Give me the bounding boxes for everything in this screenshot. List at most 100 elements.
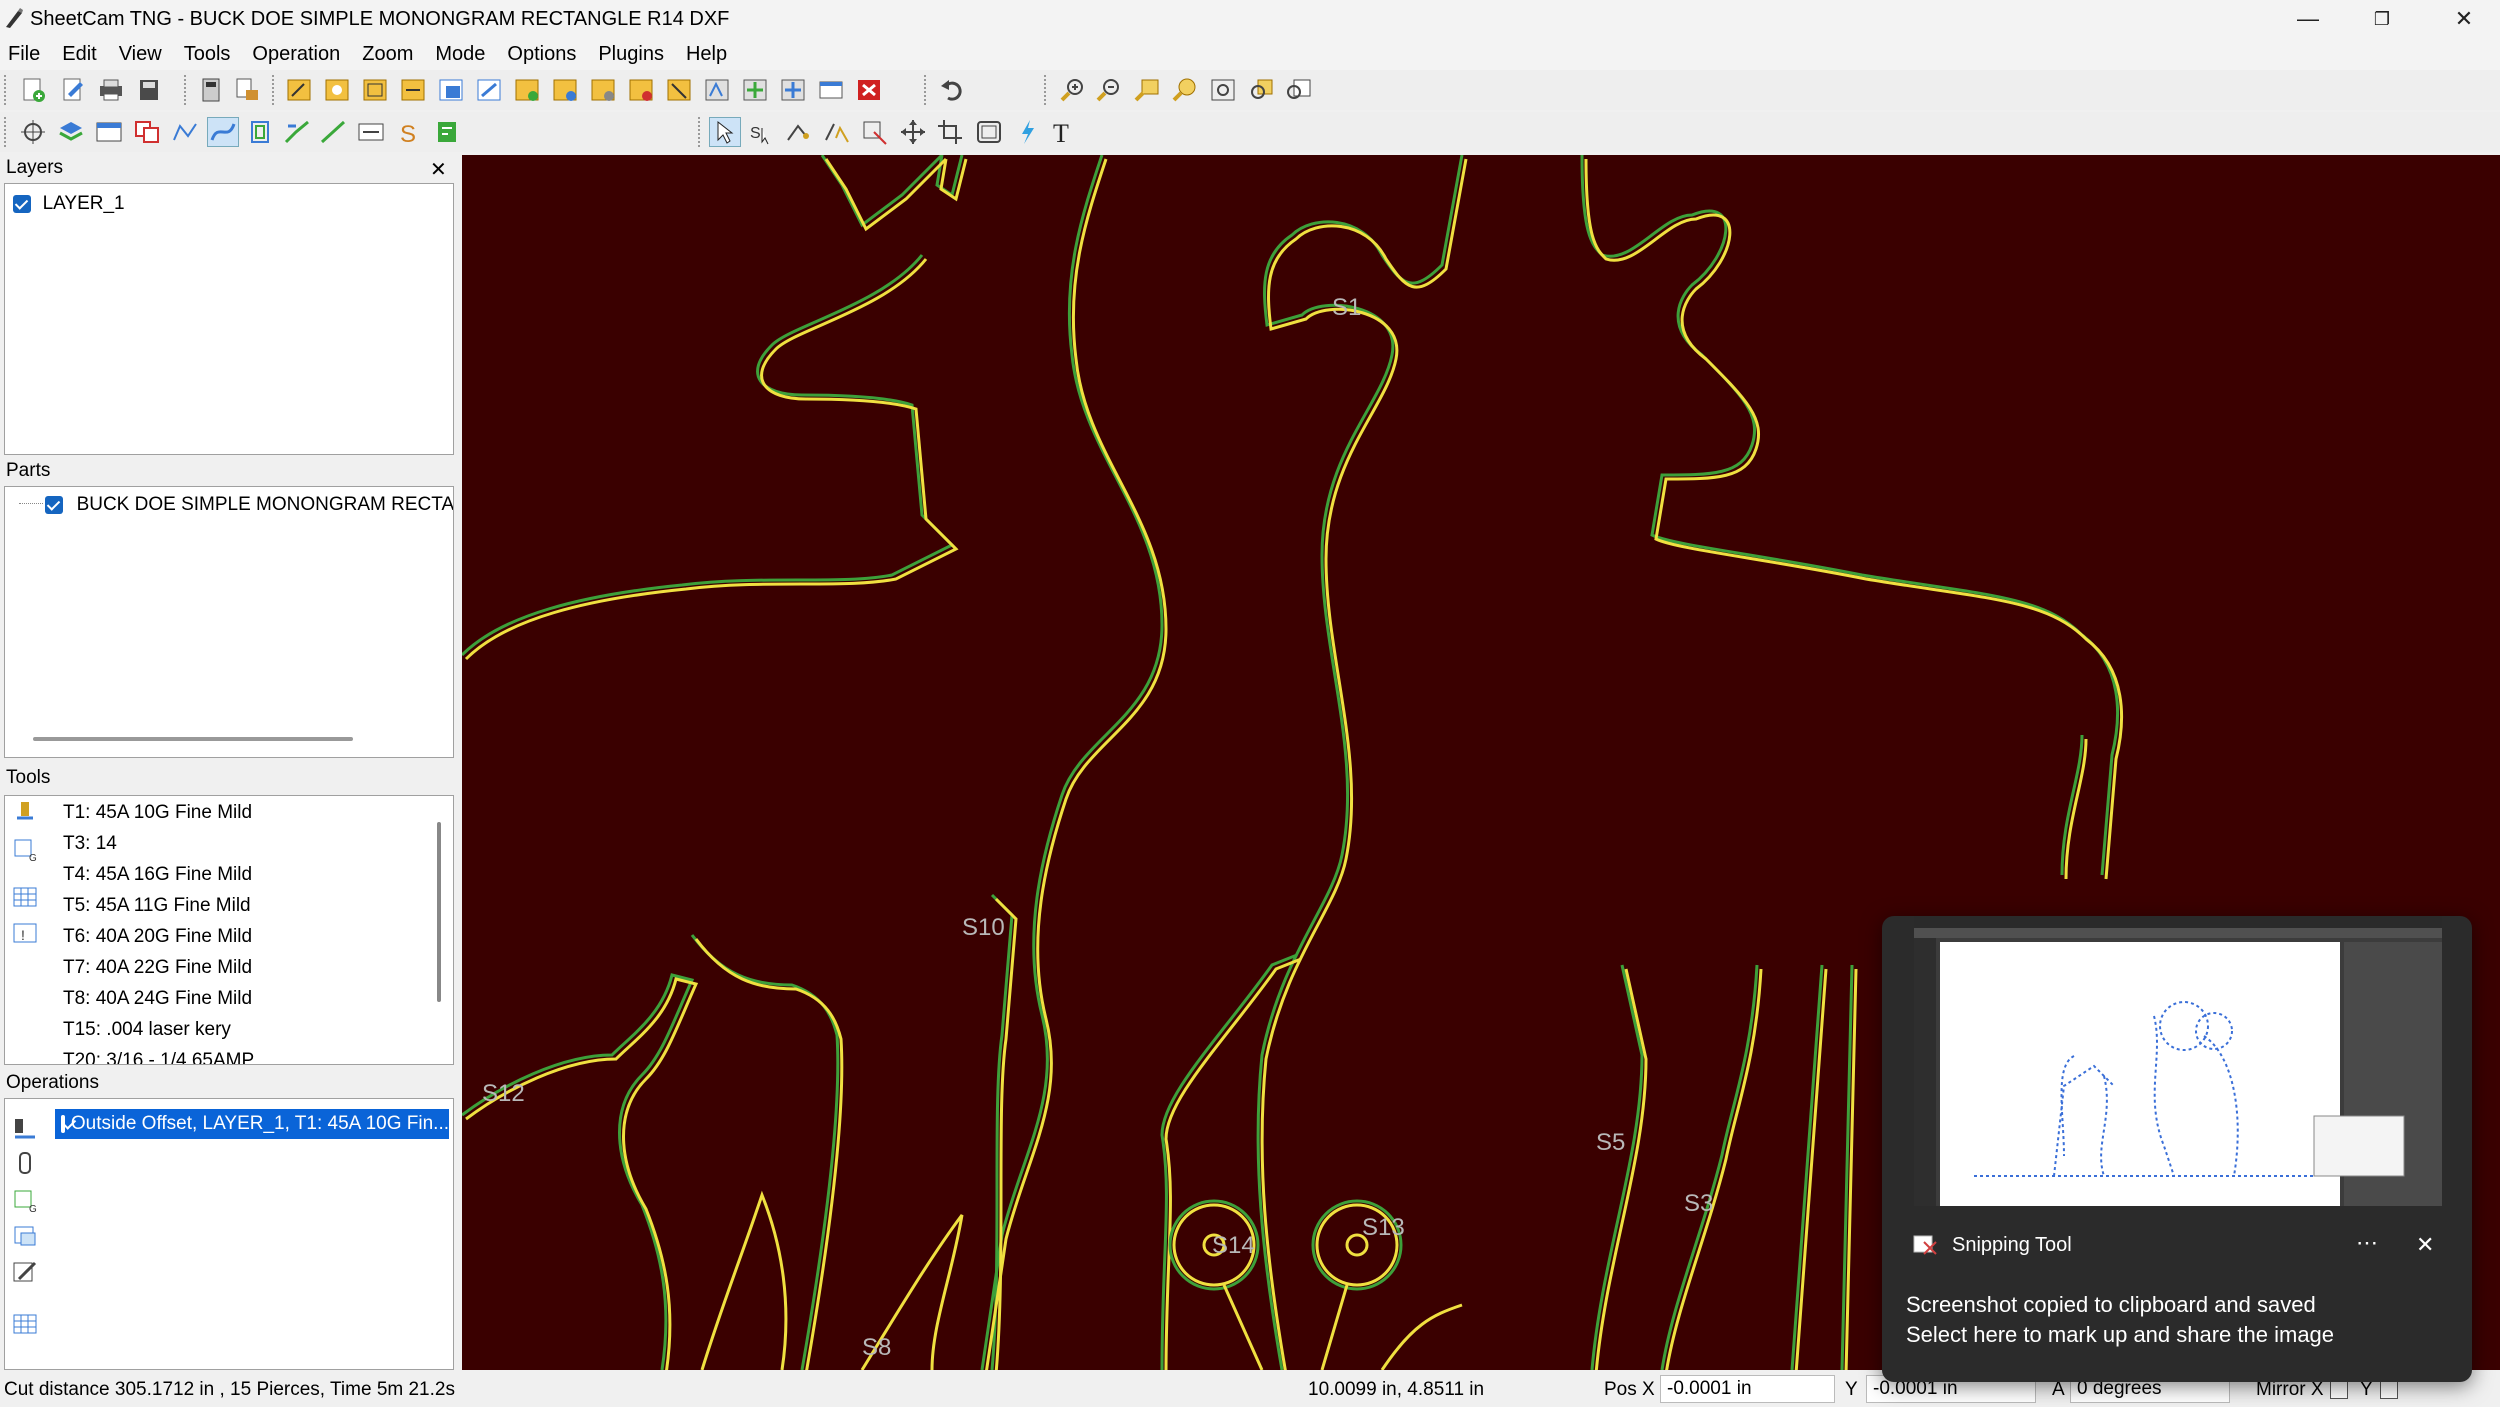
new-job-icon[interactable] — [18, 76, 48, 104]
minimize-button[interactable]: — — [2272, 0, 2344, 38]
zoom-fit-icon[interactable] — [1208, 76, 1238, 104]
start-label[interactable]: S5 — [1596, 1129, 1625, 1156]
operation-7-icon[interactable] — [512, 76, 542, 104]
measure-icon[interactable] — [356, 118, 386, 146]
delete-operation-icon[interactable] — [854, 76, 884, 104]
zoom-selection-icon[interactable] — [1246, 76, 1276, 104]
move-icon[interactable] — [898, 118, 928, 146]
operation-9-icon[interactable] — [588, 76, 618, 104]
zoom-in-icon[interactable] — [1058, 76, 1088, 104]
mirror-y-checkbox[interactable] — [2380, 1381, 2398, 1399]
crop-icon[interactable] — [936, 118, 966, 146]
tool-row[interactable]: T6: 40A 20G Fine Mild — [63, 926, 252, 948]
menu-operation[interactable]: Operation — [252, 43, 340, 66]
plasma-icon[interactable] — [1012, 118, 1042, 146]
start-point-icon[interactable]: S — [394, 118, 424, 146]
parts-icon[interactable] — [132, 118, 162, 146]
panel-icon[interactable] — [94, 118, 124, 146]
operation-13-icon[interactable] — [740, 76, 770, 104]
operation-4-icon[interactable] — [398, 76, 428, 104]
zoom-table-icon[interactable] — [1284, 76, 1314, 104]
operation-3-icon[interactable] — [360, 76, 390, 104]
operation-2-icon[interactable] — [322, 76, 352, 104]
screenshot-thumbnail[interactable] — [1914, 916, 2442, 1206]
operation-15-icon[interactable] — [816, 76, 846, 104]
menu-tools[interactable]: Tools — [184, 43, 231, 66]
new-tool-icon[interactable]: G — [11, 836, 39, 862]
zoom-parts-icon[interactable] — [1170, 76, 1200, 104]
tool-table-icon[interactable] — [11, 884, 39, 910]
tool-info-icon[interactable]: ! — [11, 920, 39, 946]
line-icon[interactable] — [318, 118, 348, 146]
menu-file[interactable]: File — [8, 43, 40, 66]
undo-icon[interactable] — [938, 76, 968, 104]
menu-plugins[interactable]: Plugins — [598, 43, 664, 66]
operation-5-icon[interactable] — [436, 76, 466, 104]
operation-10-icon[interactable] — [626, 76, 656, 104]
layer-item[interactable]: LAYER_1 — [13, 192, 125, 215]
frame-icon[interactable] — [974, 118, 1004, 146]
tools-scrollbar[interactable] — [437, 822, 441, 1002]
tool-row[interactable]: T15: .004 laser kery — [63, 1019, 231, 1041]
path-icon[interactable] — [170, 118, 200, 146]
tool-row[interactable]: T8: 40A 24G Fine Mild — [63, 988, 252, 1010]
toolbar-grip[interactable] — [924, 75, 930, 105]
tool-row[interactable]: T4: 45A 16G Fine Mild — [63, 864, 252, 886]
operation-item[interactable]: Outside Offset, LAYER_1, T1: 45A 10G Fin… — [55, 1109, 449, 1139]
select-start-icon[interactable]: S — [746, 118, 776, 146]
toast-more-icon[interactable]: ⋯ — [2356, 1230, 2378, 1256]
maximize-button[interactable]: ❐ — [2346, 0, 2418, 38]
mirror-x-checkbox[interactable] — [2330, 1381, 2348, 1399]
layers-close-icon[interactable]: ✕ — [430, 157, 447, 182]
menu-options[interactable]: Options — [507, 43, 576, 66]
snipping-tool-notification[interactable]: Snipping Tool ⋯ ✕ Screenshot copied to c… — [1882, 916, 2472, 1382]
zoom-out-icon[interactable] — [1094, 76, 1124, 104]
start-label[interactable]: S8 — [862, 1334, 891, 1361]
operation-12-icon[interactable] — [702, 76, 732, 104]
save-icon[interactable] — [134, 76, 164, 104]
tab-tool-icon[interactable] — [784, 118, 814, 146]
post-process-icon[interactable] — [232, 76, 262, 104]
open-job-icon[interactable] — [58, 76, 88, 104]
tool-row[interactable]: T5: 45A 11G Fine Mild — [63, 895, 251, 917]
menu-edit[interactable]: Edit — [62, 43, 96, 66]
offset-icon[interactable] — [246, 118, 276, 146]
operation-1-icon[interactable] — [284, 76, 314, 104]
cut-start-icon[interactable] — [860, 118, 890, 146]
toast-close-icon[interactable]: ✕ — [2416, 1232, 2434, 1258]
tool-table-icon[interactable] — [18, 118, 48, 146]
drill-icon[interactable] — [11, 1151, 39, 1177]
select-arrow-icon[interactable] — [709, 117, 741, 147]
pos-x-field[interactable]: -0.0001 in — [1660, 1375, 1835, 1403]
zoom-window-icon[interactable] — [1132, 76, 1162, 104]
tool-row[interactable]: T7: 40A 22G Fine Mild — [63, 957, 252, 979]
edit-operation-icon[interactable] — [11, 1259, 39, 1285]
run-operation-icon[interactable] — [11, 1117, 39, 1143]
new-operation-icon[interactable]: G — [11, 1187, 39, 1213]
menu-help[interactable]: Help — [686, 43, 727, 66]
tool-row[interactable]: T3: 14 — [63, 833, 117, 855]
menu-view[interactable]: View — [119, 43, 162, 66]
calculator-icon[interactable] — [196, 76, 226, 104]
text-tool-icon[interactable]: T — [1048, 118, 1078, 146]
operation-11-icon[interactable] — [664, 76, 694, 104]
start-label[interactable]: S13 — [1362, 1214, 1405, 1241]
operation-14-icon[interactable] — [778, 76, 808, 104]
layer-checkbox[interactable] — [13, 194, 31, 213]
start-label[interactable]: S1 — [1332, 294, 1361, 321]
print-icon[interactable] — [96, 76, 126, 104]
operation-8-icon[interactable] — [550, 76, 580, 104]
sort-icon[interactable] — [432, 118, 462, 146]
toolbar-grip[interactable] — [272, 75, 278, 105]
close-button[interactable]: ✕ — [2428, 0, 2500, 38]
tool-row[interactable]: T1: 45A 10G Fine Mild — [63, 802, 252, 824]
start-label[interactable]: S10 — [962, 914, 1005, 941]
start-label[interactable]: S12 — [482, 1080, 525, 1107]
menu-zoom[interactable]: Zoom — [362, 43, 413, 66]
menu-mode[interactable]: Mode — [435, 43, 485, 66]
tool-row[interactable]: T20: 3/16 - 1/4 65AMP — [63, 1050, 254, 1064]
operation-table-icon[interactable] — [11, 1311, 39, 1337]
toolbar-grip[interactable] — [4, 117, 10, 147]
toolbar-grip[interactable] — [698, 117, 704, 147]
part-item[interactable]: BUCK DOE SIMPLE MONONGRAM RECTAN — [45, 493, 453, 516]
